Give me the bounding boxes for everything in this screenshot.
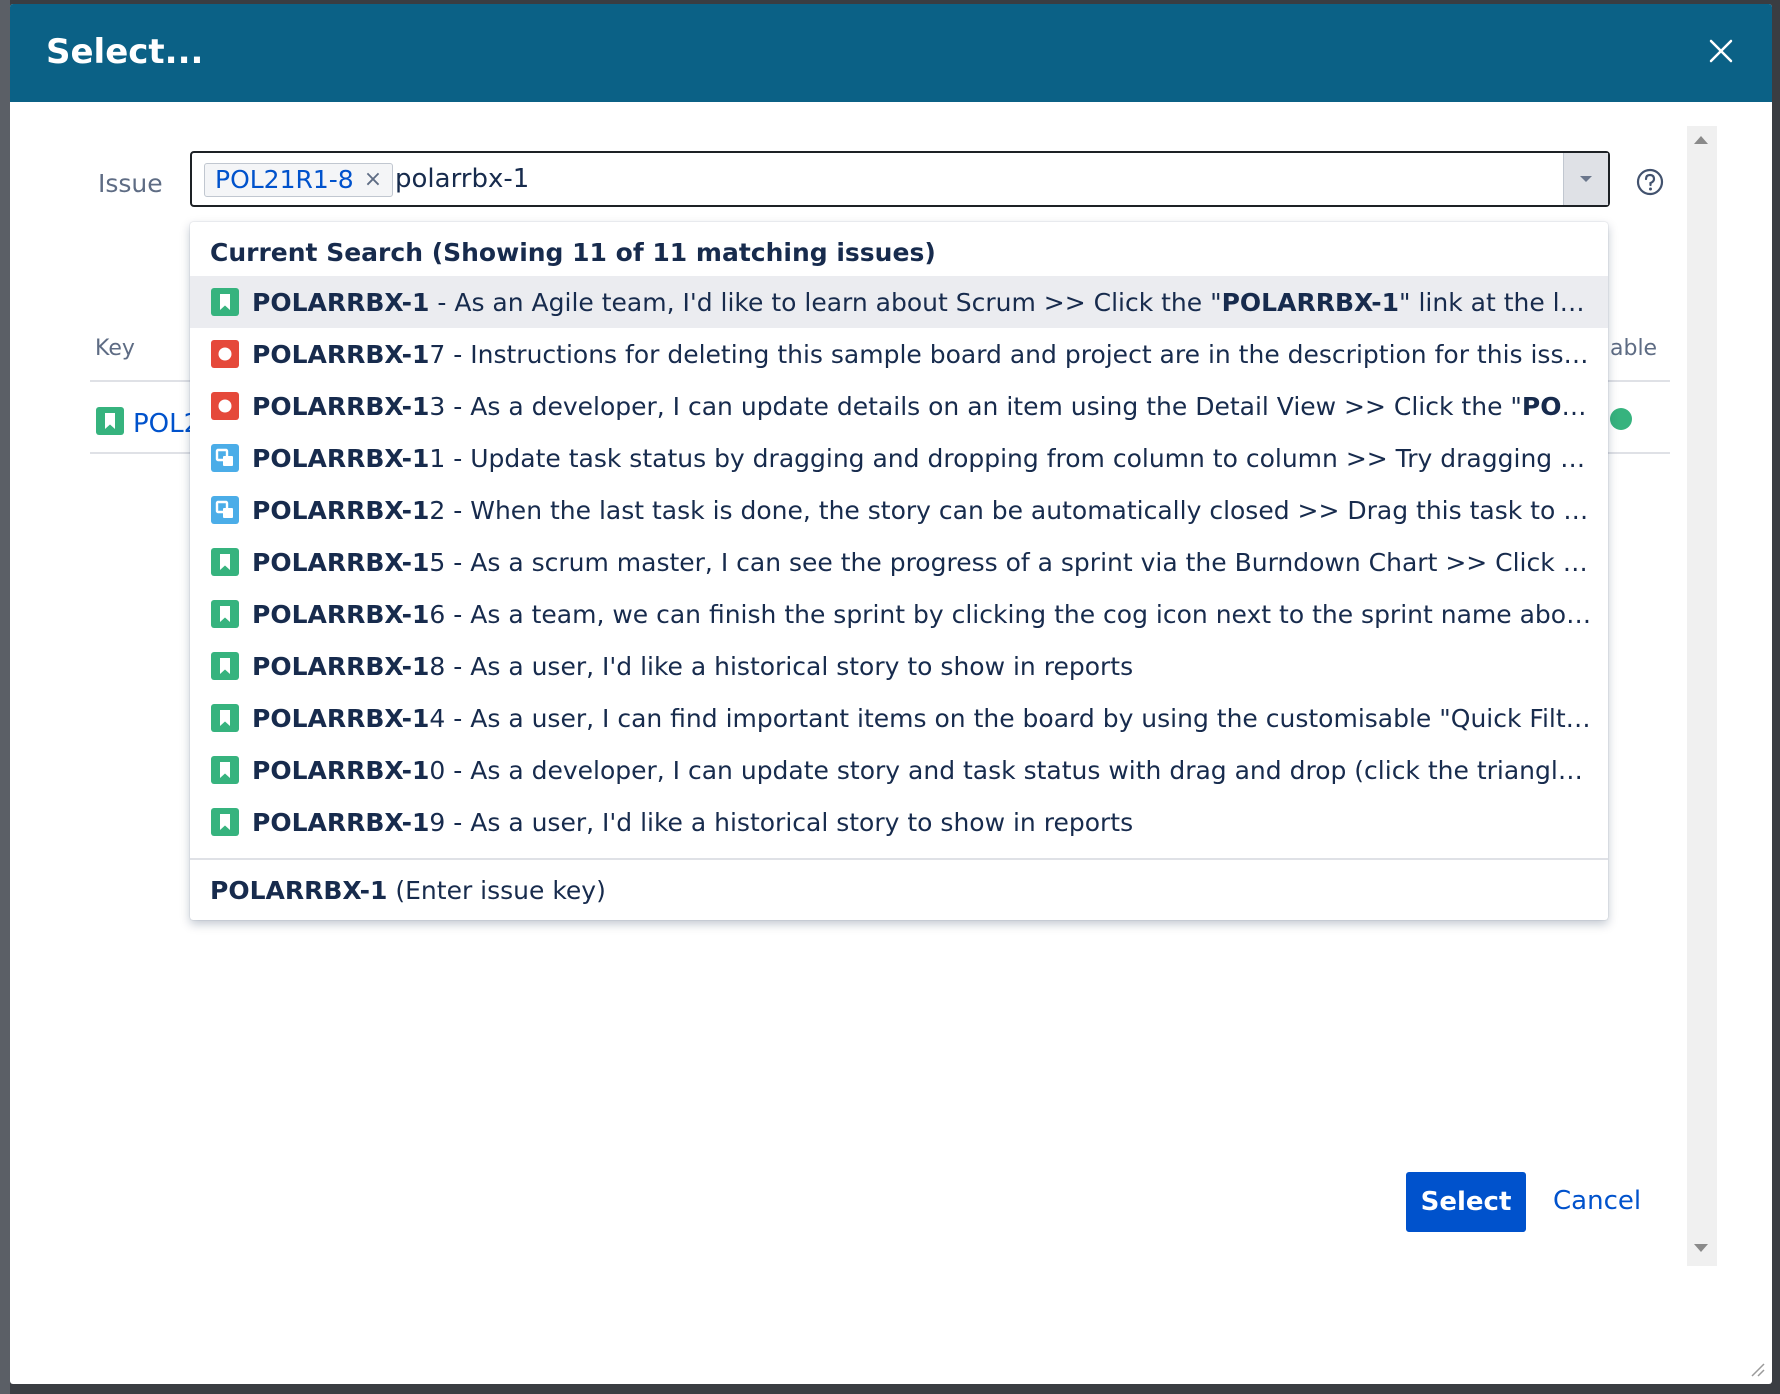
story-icon (96, 407, 124, 435)
suggestion-item[interactable]: POLARRBX-14 - As a user, I can find impo… (190, 692, 1608, 744)
suggestions-list: POLARRBX-1 - As an Agile team, I'd like … (190, 276, 1608, 848)
story-icon (211, 288, 239, 316)
suggestion-summary: - As a scrum master, I can see the progr… (445, 547, 1592, 577)
suggestion-summary: - As an Agile team, I'd like to learn ab… (429, 287, 1222, 317)
dialog-title: Select... (46, 32, 204, 72)
dialog-scrollbar[interactable] (1687, 126, 1717, 1266)
suggestion-key-rest: 7 (429, 339, 446, 369)
enter-issue-key-option[interactable]: POLARRBX-1 (Enter issue key) (210, 876, 606, 905)
suggestion-text: POLARRBX-14 - As a user, I can find impo… (252, 704, 1592, 733)
suggestion-key-rest: 0 (429, 755, 446, 785)
suggestion-key-match: POLARRBX-1 (252, 651, 430, 681)
suggestion-key-match: POLARRBX-1 (252, 495, 430, 525)
suggestion-summary: - As a user, I'd like a historical story… (445, 651, 1134, 681)
suggestions-heading: Current Search (Showing 11 of 11 matchin… (210, 238, 936, 267)
footer-key: POLARRBX-1 (210, 876, 388, 905)
suggestion-summary: - As a developer, I can update details o… (445, 391, 1522, 421)
bug-icon (211, 392, 239, 420)
suggestion-item[interactable]: POLARRBX-13 - As a developer, I can upda… (190, 380, 1608, 432)
suggestion-text: POLARRBX-16 - As a team, we can finish t… (252, 600, 1592, 629)
resize-grip-icon[interactable] (1748, 1360, 1766, 1378)
scroll-up-arrow[interactable] (1694, 136, 1708, 144)
suggestion-item[interactable]: POLARRBX-10 - As a developer, I can upda… (190, 744, 1608, 796)
suggestion-summary-match: POLARRBX-1 (1221, 287, 1400, 317)
status-indicator (1610, 408, 1632, 430)
suggestion-key-match: POLARRBX-1 (252, 287, 430, 317)
suggestion-key-rest: 8 (429, 651, 446, 681)
suggestion-summary-end: " link at the left... (1399, 287, 1592, 317)
suggestion-summary: - As a developer, I can update story and… (445, 755, 1592, 785)
suggestion-key-rest: 6 (429, 599, 446, 629)
dialog-header: Select... (10, 4, 1772, 102)
suggestion-key-match: POLARRBX-1 (252, 443, 430, 473)
suggestion-text: POLARRBX-17 - Instructions for deleting … (252, 340, 1592, 369)
suggestion-key-match: POLARRBX-1 (252, 547, 430, 577)
suggestion-summary-match: POLA... (1521, 391, 1592, 421)
story-icon (211, 600, 239, 628)
suggestion-key-match: POLARRBX-1 (252, 703, 430, 733)
selected-issue-token: POL21R1-8 × (204, 163, 394, 197)
suggestion-summary: - As a user, I can find important items … (445, 703, 1592, 733)
suggestion-summary: - As a user, I'd like a historical story… (445, 807, 1134, 837)
suggestion-item[interactable]: POLARRBX-12 - When the last task is done… (190, 484, 1608, 536)
close-icon[interactable] (1704, 34, 1738, 68)
subtask-icon (211, 444, 239, 472)
suggestion-key-rest: 2 (429, 495, 446, 525)
bug-icon (211, 340, 239, 368)
suggestion-item[interactable]: POLARRBX-18 - As a user, I'd like a hist… (190, 640, 1608, 692)
issue-picker[interactable]: POL21R1-8 × (190, 151, 1610, 207)
suggestion-summary: - Update task status by dragging and dro… (445, 443, 1592, 473)
chevron-down-icon (1580, 176, 1592, 182)
suggestion-text: POLARRBX-11 - Update task status by drag… (252, 444, 1592, 473)
suggestion-item[interactable]: POLARRBX-19 - As a user, I'd like a hist… (190, 796, 1608, 848)
suggestion-key-rest: 9 (429, 807, 446, 837)
story-icon (211, 704, 239, 732)
suggestion-item[interactable]: POLARRBX-1 - As an Agile team, I'd like … (190, 276, 1608, 328)
scroll-down-arrow[interactable] (1694, 1244, 1708, 1252)
suggestion-text: POLARRBX-10 - As a developer, I can upda… (252, 756, 1592, 785)
table-header-partial: able (1610, 336, 1658, 361)
suggestion-summary: - Instructions for deleting this sample … (445, 339, 1592, 369)
suggestion-key-match: POLARRBX-1 (252, 755, 430, 785)
suggestion-key-rest: 4 (429, 703, 446, 733)
suggestion-text: POLARRBX-13 - As a developer, I can upda… (252, 392, 1592, 421)
suggestion-summary: - As a team, we can finish the sprint by… (445, 599, 1592, 629)
suggestion-key-rest: 1 (429, 443, 446, 473)
cancel-link[interactable]: Cancel (1553, 1186, 1641, 1216)
token-label: POL21R1-8 (215, 165, 354, 194)
subtask-icon (211, 496, 239, 524)
suggestion-key-rest: 3 (429, 391, 446, 421)
suggestion-item[interactable]: POLARRBX-11 - Update task status by drag… (190, 432, 1608, 484)
story-icon (211, 808, 239, 836)
suggestion-item[interactable]: POLARRBX-16 - As a team, we can finish t… (190, 588, 1608, 640)
page-backdrop (0, 0, 10, 1394)
suggestion-key-match: POLARRBX-1 (252, 807, 430, 837)
story-icon (211, 756, 239, 784)
suggestion-text: POLARRBX-18 - As a user, I'd like a hist… (252, 652, 1592, 681)
table-header-key: Key (95, 336, 135, 361)
dropdown-toggle-button[interactable] (1563, 153, 1608, 205)
suggestion-text: POLARRBX-15 - As a scrum master, I can s… (252, 548, 1592, 577)
story-icon (211, 548, 239, 576)
suggestion-key-rest: 5 (429, 547, 446, 577)
footer-hint: (Enter issue key) (387, 876, 606, 905)
suggestion-text: POLARRBX-12 - When the last task is done… (252, 496, 1592, 525)
suggestion-key-match: POLARRBX-1 (252, 391, 430, 421)
suggestion-text: POLARRBX-1 - As an Agile team, I'd like … (252, 288, 1592, 317)
suggestion-item[interactable]: POLARRBX-15 - As a scrum master, I can s… (190, 536, 1608, 588)
issue-suggestions-dropdown: Current Search (Showing 11 of 11 matchin… (190, 222, 1608, 920)
suggestion-text: POLARRBX-19 - As a user, I'd like a hist… (252, 808, 1592, 837)
suggestion-summary: - When the last task is done, the story … (445, 495, 1592, 525)
suggestions-divider (190, 858, 1608, 860)
issue-search-input[interactable] (395, 161, 1395, 197)
select-issue-dialog: Select... Issue POL21R1-8 × Key able POL… (10, 4, 1772, 1384)
issue-field-label: Issue (98, 169, 163, 198)
suggestion-key-match: POLARRBX-1 (252, 599, 430, 629)
suggestion-key-match: POLARRBX-1 (252, 339, 430, 369)
story-icon (211, 652, 239, 680)
suggestion-item[interactable]: POLARRBX-17 - Instructions for deleting … (190, 328, 1608, 380)
token-remove-button[interactable]: × (364, 163, 382, 197)
select-button[interactable]: Select (1406, 1172, 1526, 1232)
help-icon[interactable] (1635, 167, 1665, 197)
